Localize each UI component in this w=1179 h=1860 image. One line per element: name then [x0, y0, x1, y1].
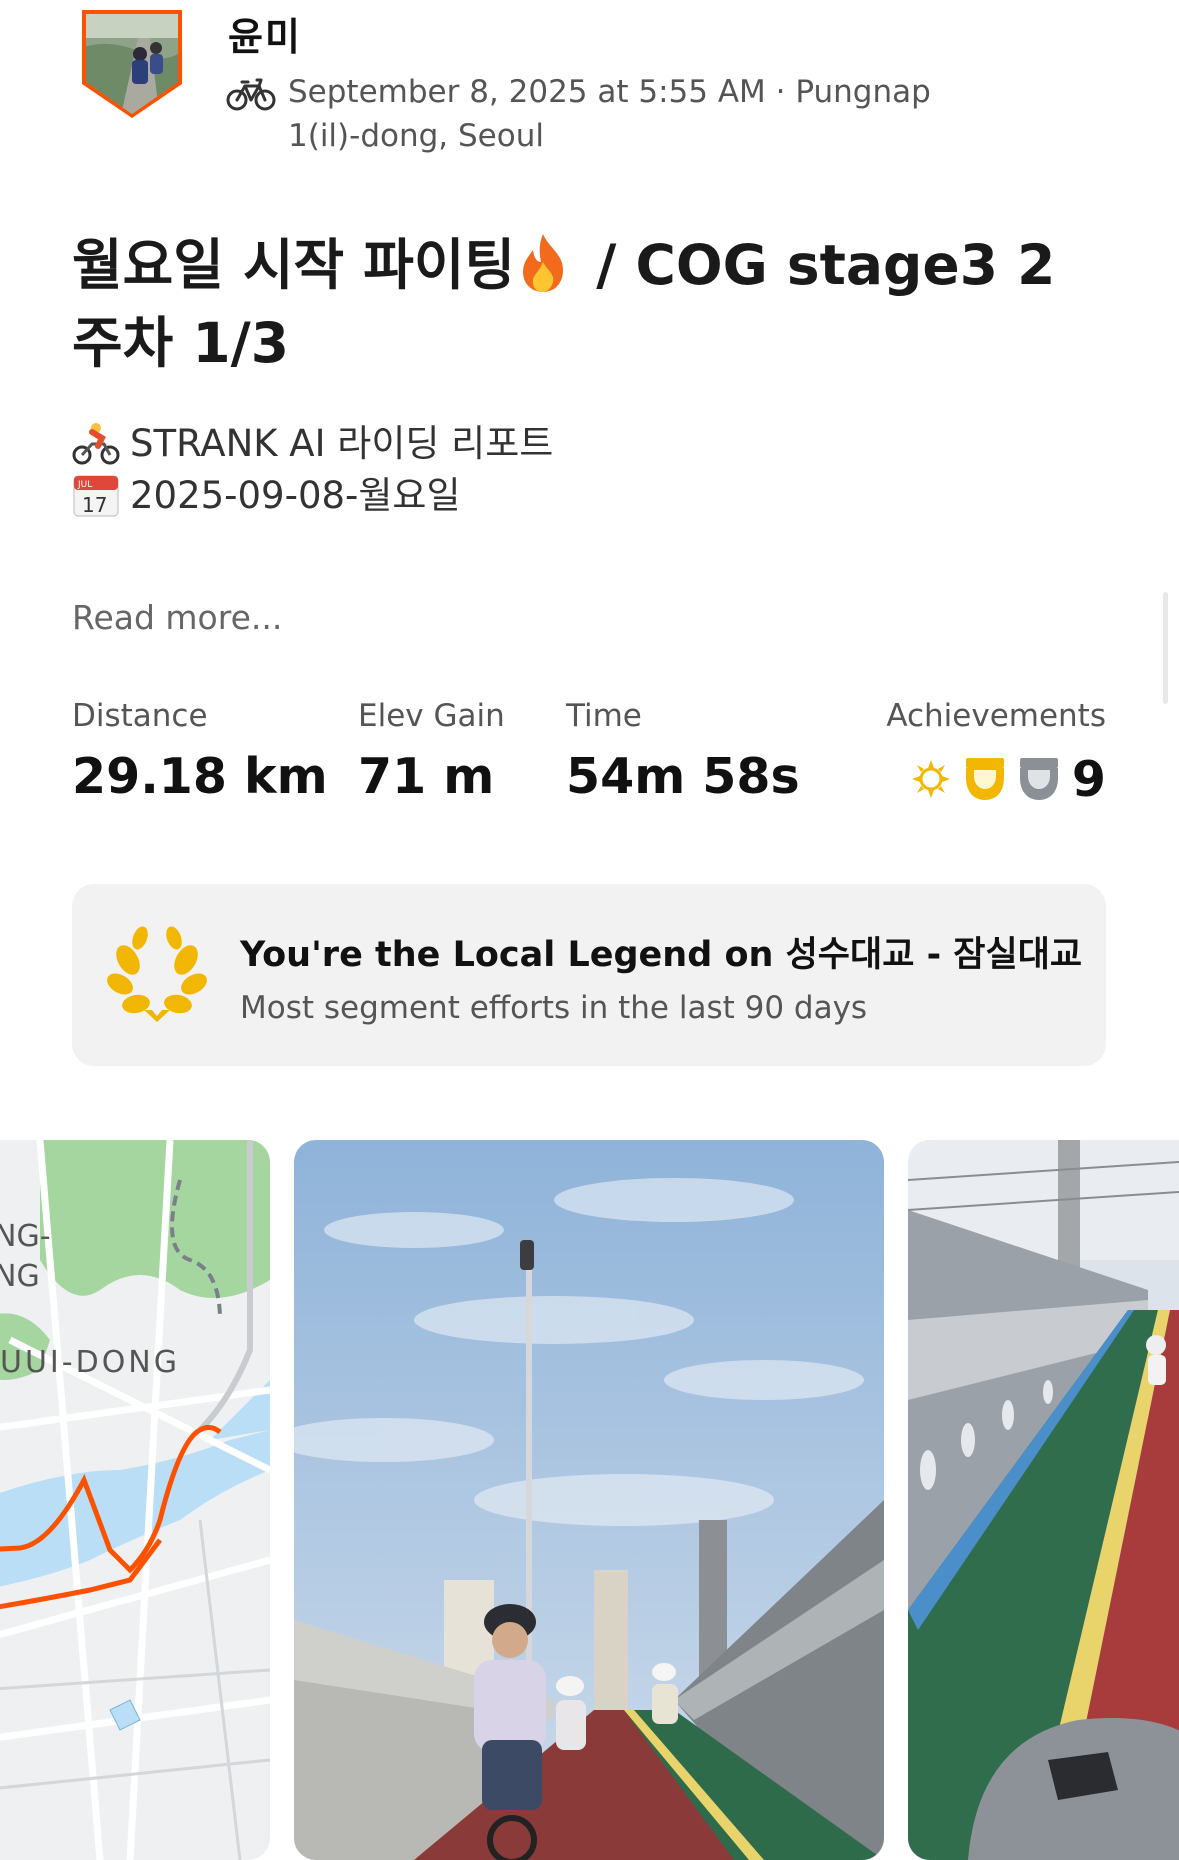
title-part-1: 월요일 시작 파이팅	[72, 233, 516, 297]
activity-meta: September 8, 2025 at 5:55 AM · Pungnap 1…	[288, 74, 931, 154]
activity-title[interactable]: 월요일 시작 파이팅 / COG stage3 2 주차 1/3	[72, 226, 1072, 382]
calendar-month: JUL	[77, 480, 92, 490]
achievements-label: Achievements	[886, 698, 1106, 734]
activity-photo-1[interactable]	[294, 1140, 884, 1860]
description-line-1: STRANK AI 라이딩 리포트	[130, 422, 554, 465]
athlete-name[interactable]: 윤미	[228, 6, 302, 61]
gold-trophy-icon	[965, 758, 1004, 800]
calendar-day: 17	[82, 493, 107, 517]
local-legend-subtitle: Most segment efforts in the last 90 days	[240, 990, 868, 1026]
stat-distance: Distance 29.18 km	[72, 694, 328, 805]
activity-description: STRANK AI 라이딩 리포트 JUL 17 2025-09-08-월요일	[72, 418, 553, 522]
local-legend-title: You're the Local Legend on 성수대교 - 잠실대교	[240, 935, 1083, 975]
silver-trophy-icon	[1019, 758, 1058, 800]
scrollbar[interactable]	[1163, 592, 1168, 704]
local-legend-laurel-icon	[106, 924, 208, 1024]
bike-icon	[226, 74, 276, 114]
route-map[interactable]: NG- NG UUI-DONG	[0, 1140, 270, 1860]
athlete-avatar[interactable]	[80, 8, 184, 120]
stat-time: Time 54m 58s	[566, 694, 800, 805]
achievements-count: 9	[1071, 750, 1106, 808]
fire-icon	[519, 232, 567, 294]
stat-achievements[interactable]: Achievements 9	[880, 694, 1106, 810]
description-line-2: 2025-09-08-월요일	[130, 474, 461, 517]
activity-photo-2[interactable]	[908, 1140, 1179, 1860]
elev-gain-label: Elev Gain	[358, 698, 505, 734]
map-label-2: NG	[0, 1259, 40, 1294]
time-label: Time	[566, 698, 642, 734]
read-more-link[interactable]: Read more...	[72, 598, 282, 637]
stat-elev-gain: Elev Gain 71 m	[358, 694, 505, 805]
map-label-3: UUI-DONG	[0, 1345, 180, 1380]
elev-gain-value: 71 m	[358, 748, 495, 805]
calendar-icon: JUL 17	[72, 474, 120, 518]
laurel-icon	[911, 760, 950, 798]
local-legend-card[interactable]: You're the Local Legend on 성수대교 - 잠실대교 M…	[72, 884, 1106, 1066]
time-value: 54m 58s	[566, 748, 800, 805]
cyclist-icon	[72, 422, 120, 466]
map-label-1: NG-	[0, 1219, 51, 1254]
distance-label: Distance	[72, 698, 208, 734]
distance-value: 29.18 km	[72, 748, 328, 805]
